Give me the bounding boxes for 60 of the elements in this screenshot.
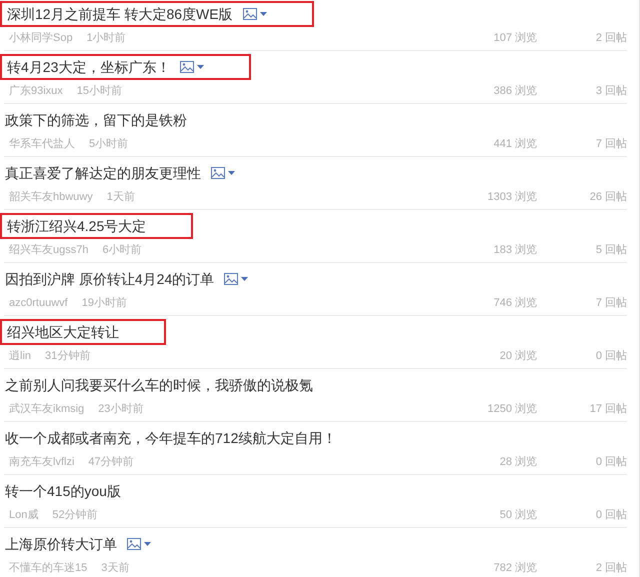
author-name: 小林同学Sop (9, 31, 73, 46)
thread-title[interactable]: 真正喜爱了解达定的朋友更理性 (5, 162, 201, 184)
post-time: 1天前 (106, 190, 135, 206)
reply-count: 0 回帖 (594, 349, 627, 364)
view-count: 183 浏览 (494, 242, 537, 258)
author-name: 不懂车的车迷15 (9, 561, 88, 576)
post-time: 47分钟前 (88, 455, 134, 470)
thread-title[interactable]: 收一个成都或者南充，今年提车的712续航大定自用！ (5, 428, 336, 449)
post-time: 3天前 (101, 561, 130, 576)
image-dropdown-icon[interactable] (211, 167, 235, 180)
reply-count: 0 回帖 (594, 455, 627, 470)
reply-count: 3 回帖 (594, 84, 627, 100)
reply-count: 7 回帖 (594, 137, 627, 152)
view-count: 1250 浏览 (487, 402, 537, 418)
post-time: 52分钟前 (52, 508, 98, 524)
author-name: 武汉车友ikmsig (9, 402, 84, 418)
reply-count: 2 回帖 (594, 561, 627, 576)
reply-count: 2 回帖 (594, 31, 627, 46)
author-name: 广东93ixux (9, 84, 63, 100)
thread-title[interactable]: 政策下的筛选，留下的是铁粉 (5, 110, 187, 131)
thread-title[interactable]: 之前别人问我要买什么车的时候，我骄傲的说极氪 (5, 374, 313, 396)
image-dropdown-icon[interactable] (242, 8, 267, 20)
author-name: 华系车代盐人 (9, 136, 75, 152)
thread-title[interactable]: 深圳12月之前提车 转大定86度WE版 (7, 4, 233, 25)
thread-title[interactable]: 绍兴地区大定转让 (7, 322, 119, 343)
reply-count: 5 回帖 (594, 243, 627, 258)
author-name: Lon威 (9, 508, 38, 524)
post-time: 6小时前 (102, 243, 142, 258)
reply-count: 17 回帖 (588, 402, 627, 418)
view-count: 746 浏览 (494, 296, 537, 312)
view-count: 386 浏览 (494, 84, 537, 100)
author-name: azc0rtuuwvf (9, 296, 68, 312)
thread-title[interactable]: 上海原价转大订单 (5, 534, 117, 555)
thread-title[interactable]: 转浙江绍兴4.25号大定 (7, 216, 146, 237)
post-time: 5小时前 (89, 137, 128, 152)
reply-count: 0 回帖 (594, 508, 627, 524)
post-time: 19小时前 (82, 296, 127, 312)
view-count: 1303 浏览 (487, 190, 537, 206)
thread-title[interactable]: 因拍到沪牌 原价转让4月24的订单 (5, 268, 214, 290)
author-name: 南充车友lvflzi (9, 455, 74, 470)
view-count: 20 浏览 (500, 348, 537, 364)
post-time: 23小时前 (98, 402, 144, 418)
post-time: 1小时前 (86, 31, 126, 46)
view-count: 50 浏览 (500, 508, 537, 524)
view-count: 107 浏览 (494, 30, 537, 46)
view-count: 782 浏览 (494, 560, 537, 576)
post-time: 15小时前 (76, 84, 122, 100)
image-dropdown-icon[interactable] (224, 273, 248, 286)
view-count: 441 浏览 (494, 136, 537, 152)
thread-title[interactable]: 转一个415的you版 (5, 480, 121, 502)
reply-count: 26 回帖 (588, 190, 627, 206)
view-count: 28 浏览 (500, 454, 537, 470)
author-name: 韶关车友hbwuwy (9, 190, 93, 206)
reply-count: 7 回帖 (594, 296, 627, 312)
author-name: 逍lin (9, 349, 32, 364)
author-name: 绍兴车友ugss7h (9, 243, 88, 258)
thread-title[interactable]: 转4月23大定，坐标广东！ (7, 56, 170, 78)
image-dropdown-icon[interactable] (127, 538, 151, 550)
image-dropdown-icon[interactable] (180, 61, 204, 74)
post-time: 31分钟前 (45, 349, 90, 364)
